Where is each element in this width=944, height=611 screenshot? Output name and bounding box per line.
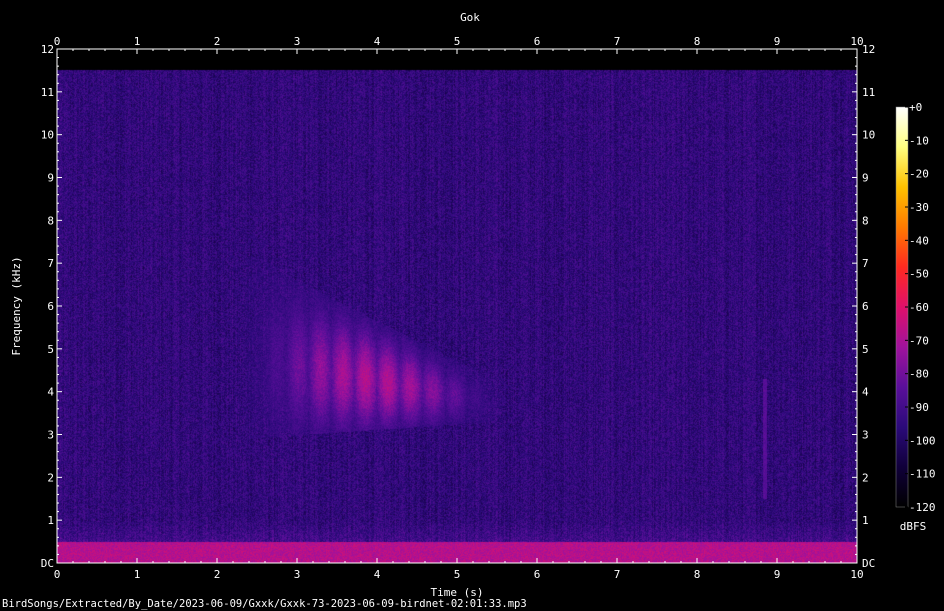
colorbar-tick-label: -50: [909, 268, 929, 281]
y-tick-label-right: 6: [862, 300, 869, 313]
colorbar-tick-label: -10: [909, 134, 929, 147]
y-tick-label-left: 11: [41, 86, 54, 99]
chart-title: Gok: [460, 11, 480, 24]
y-tick-label-left: 10: [41, 129, 54, 142]
x-tick-label-bottom: 5: [454, 568, 461, 581]
x-tick-label-top: 6: [534, 35, 541, 48]
x-tick-label-bottom: 8: [694, 568, 701, 581]
x-tick-label-top: 4: [374, 35, 381, 48]
x-tick-label-bottom: 0: [54, 568, 61, 581]
x-tick-label-bottom: 6: [534, 568, 541, 581]
spectrogram-figure: Gok 001122334455667788991010DC DC1 12 23 34 4…: [10, 11, 936, 599]
x-tick-label-top: 2: [214, 35, 221, 48]
colorbar-tick-label: -110: [909, 468, 936, 481]
colorbar-ticks: +0 -10 -20 -30 -40 -50 -60 -70 -80 -90 -100 -110 -12…: [905, 101, 936, 514]
source-filename: BirdSongs/Extracted/By_Date/2023-06-09/G…: [2, 598, 527, 610]
y-tick-label-right: 12: [862, 43, 875, 56]
spectrogram-plot: [57, 49, 857, 563]
y-tick-label-left: 4: [47, 386, 54, 399]
y-tick-label-left: 8: [47, 214, 54, 227]
y-tick-label-left: 2: [47, 471, 54, 484]
x-tick-label-top: 1: [134, 35, 141, 48]
colorbar-tick-label: -60: [909, 301, 929, 314]
y-tick-label-left: DC: [41, 557, 54, 570]
y-tick-label-right: 10: [862, 129, 875, 142]
x-tick-label-top: 3: [294, 35, 301, 48]
colorbar-tick-label: -20: [909, 168, 929, 181]
y-tick-label-left: 9: [47, 172, 54, 185]
y-tick-label-right: 5: [862, 343, 869, 356]
colorbar-tick-label: -120: [909, 501, 936, 514]
y-tick-label-right: 3: [862, 429, 869, 442]
x-tick-label-bottom: 3: [294, 568, 301, 581]
y-tick-label-right: 9: [862, 172, 869, 185]
x-tick-label-top: 8: [694, 35, 701, 48]
x-tick-label-top: 7: [614, 35, 621, 48]
y-tick-label-right: 7: [862, 257, 869, 270]
x-tick-label-top: 0: [54, 35, 61, 48]
x-tick-label-bottom: 9: [774, 568, 781, 581]
colorbar-tick-label: -80: [909, 368, 929, 381]
y-tick-label-left: 3: [47, 429, 54, 442]
y-tick-label-right: DC: [862, 557, 875, 570]
colorbar-tick-label: -70: [909, 334, 929, 347]
y-tick-label-left: 6: [47, 300, 54, 313]
x-tick-label-bottom: 7: [614, 568, 621, 581]
x-tick-label-bottom: 4: [374, 568, 381, 581]
x-tick-label-top: 5: [454, 35, 461, 48]
colorbar-tick-label: -90: [909, 401, 929, 414]
y-tick-label-left: 1: [47, 514, 54, 527]
y-tick-label-left: 5: [47, 343, 54, 356]
x-tick-label-bottom: 2: [214, 568, 221, 581]
colorbar-tick-label: -40: [909, 234, 929, 247]
colorbar-tick-label: -30: [909, 201, 929, 214]
y-axis-label: Frequency (kHz): [10, 256, 23, 355]
y-tick-label-right: 8: [862, 214, 869, 227]
y-tick-label-left: 7: [47, 257, 54, 270]
x-tick-label-top: 9: [774, 35, 781, 48]
y-tick-label-right: 2: [862, 471, 869, 484]
y-tick-label-right: 1: [862, 514, 869, 527]
colorbar-tick-label: -100: [909, 434, 936, 447]
x-tick-label-bottom: 1: [134, 568, 141, 581]
y-tick-label-left: 12: [41, 43, 54, 56]
colorbar-tick-label: +0: [909, 101, 922, 114]
y-tick-label-right: 11: [862, 86, 875, 99]
colorbar-label: dBFS: [900, 520, 927, 533]
y-tick-label-right: 4: [862, 386, 869, 399]
